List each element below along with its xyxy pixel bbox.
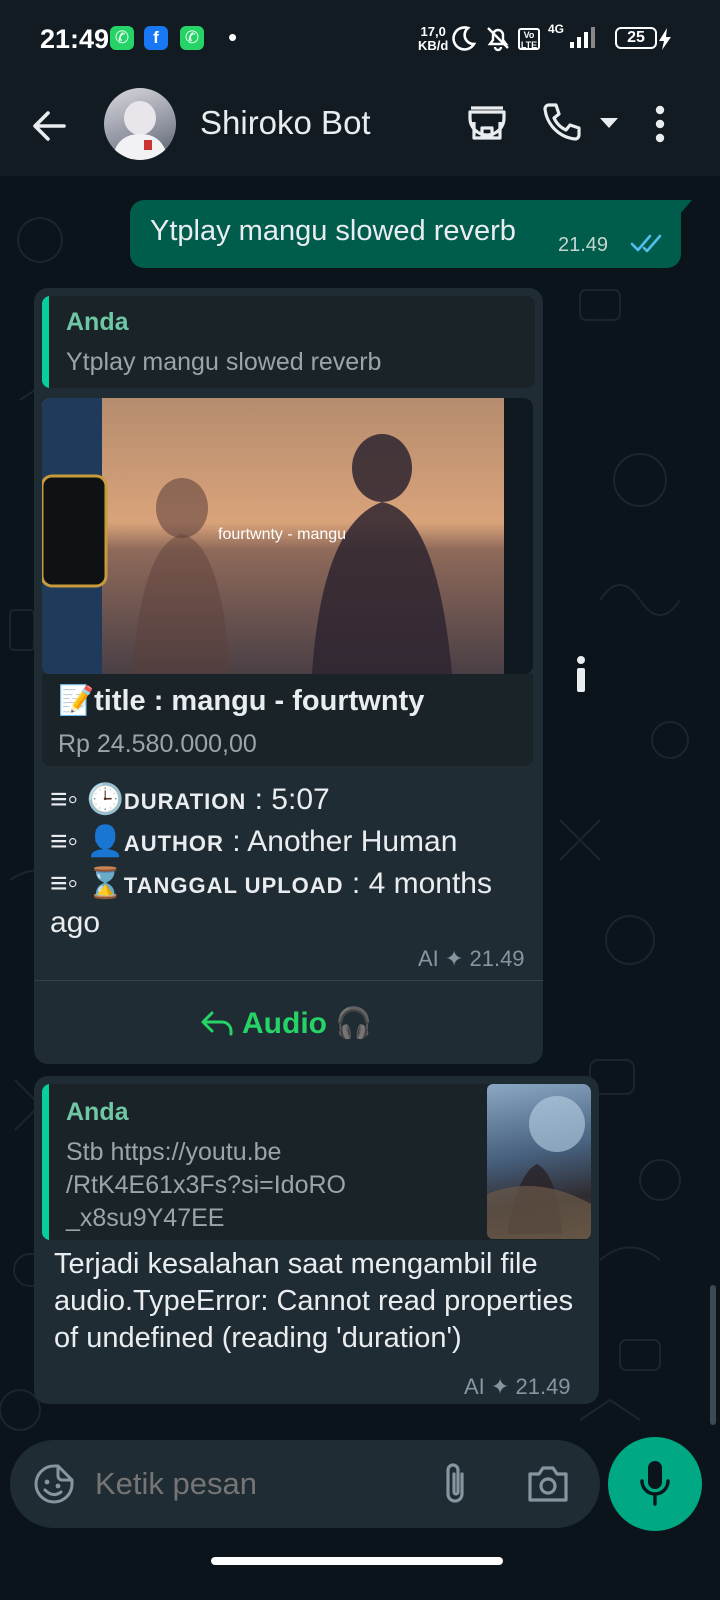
quote-url-line-2: /RtK4E61x3Fs?si=IdoRO: [66, 1171, 346, 1199]
quote-bar: [42, 296, 49, 388]
signal-icon: [570, 27, 595, 48]
line-value: : Another Human: [223, 825, 458, 858]
link-title: 📝title : mangu - fourtwnty: [58, 685, 425, 717]
quote-author: Anda: [66, 1098, 129, 1126]
moon-icon: [452, 26, 476, 51]
line-label: TANGGAL UPLOAD: [123, 873, 344, 898]
whatsapp-icon: ✆: [110, 26, 134, 50]
line-value: : 5:07: [246, 783, 330, 816]
scrollbar[interactable]: [710, 1285, 716, 1425]
message-input[interactable]: [95, 1466, 415, 1502]
line-label: AUTHOR: [123, 831, 224, 856]
button-divider: [34, 980, 543, 981]
line-prefix: ≡◦ 🕒: [50, 783, 124, 816]
quote-url-line-3: _x8su9Y47EE: [66, 1204, 225, 1232]
network-speed: 17,0 KB/d: [418, 25, 448, 53]
error-message-text: Terjadi kesalahan saat mengambil file au…: [54, 1248, 574, 1354]
audio-button-label: Audio 🎧: [242, 1007, 373, 1040]
gesture-nav-bar[interactable]: [211, 1557, 503, 1565]
upload-date-line: ≡◦ ⌛TANGGAL UPLOAD : 4 months: [50, 866, 492, 901]
chat-header: Shiroko Bot: [0, 80, 720, 176]
video-thumbnail[interactable]: fourtwnty - mangu: [42, 398, 533, 674]
message-time: 21.49: [469, 946, 525, 971]
audio-reply-button[interactable]: Audio 🎧: [200, 1006, 373, 1041]
message-meta: AI ✦ 21.49: [464, 1374, 571, 1400]
bubble-tail: [680, 200, 692, 214]
author-line: ≡◦ 👤AUTHOR : Another Human: [50, 824, 457, 859]
quote-author: Anda: [66, 308, 129, 336]
attach-icon[interactable]: [438, 1460, 472, 1508]
more-icon[interactable]: [652, 102, 668, 146]
outgoing-message[interactable]: Ytplay mangu slowed reverb 21.49: [130, 200, 681, 268]
store-icon[interactable]: [466, 102, 508, 144]
status-bar: 21:49 ✆ f ✆ • 17,0 KB/d Vo LTE 4G 25: [0, 0, 720, 80]
thumbnail-art: [487, 1096, 591, 1239]
video-overlay-text: fourtwnty - mangu: [218, 526, 347, 543]
ai-label: AI: [418, 946, 439, 971]
network-speed-unit: KB/d: [418, 38, 449, 53]
info-icon[interactable]: [568, 652, 594, 696]
incoming-message[interactable]: Anda Stb https://youtu.be /RtK4E61x3Fs?s…: [34, 1076, 599, 1404]
quoted-message[interactable]: Anda Ytplay mangu slowed reverb: [42, 296, 535, 388]
sparkle-icon: ✦: [490, 1374, 510, 1399]
sparkle-icon: ✦: [444, 946, 464, 971]
line-label: DURATION: [123, 789, 247, 814]
back-arrow-icon[interactable]: [28, 104, 72, 148]
facebook-icon: f: [144, 26, 168, 50]
sticker-icon[interactable]: [32, 1462, 76, 1506]
message-time: 21.49: [515, 1374, 571, 1399]
incoming-message[interactable]: Anda Ytplay mangu slowed reverb fourtwnt…: [34, 288, 543, 1064]
avatar-image: [112, 101, 168, 160]
battery-level: 25: [627, 29, 645, 46]
whatsapp-icon: ✆: [180, 26, 204, 50]
chat-title[interactable]: Shiroko Bot: [200, 104, 371, 142]
dropdown-icon[interactable]: [598, 116, 620, 130]
duration-line: ≡◦ 🕒DURATION : 5:07: [50, 782, 330, 817]
quote-url-line-1: Stb https://youtu.be: [66, 1138, 282, 1166]
message-composer[interactable]: [10, 1440, 600, 1528]
message-text: Ytplay mangu slowed reverb: [150, 215, 516, 247]
read-ticks-icon: [630, 234, 662, 253]
link-preview[interactable]: 📝title : mangu - fourtwnty Rp 24.580.000…: [42, 674, 533, 766]
notification-dot: •: [228, 22, 238, 52]
quote-text: Ytplay mangu slowed reverb: [66, 348, 382, 376]
upload-date-continuation: ago: [50, 906, 101, 939]
quoted-message[interactable]: Anda Stb https://youtu.be /RtK4E61x3Fs?s…: [42, 1084, 591, 1240]
reply-arrow-icon: [201, 1011, 233, 1036]
status-time: 21:49: [40, 24, 110, 54]
link-price: Rp 24.580.000,00: [58, 730, 257, 758]
quote-thumbnail: [487, 1084, 591, 1239]
line-prefix: ≡◦ ⌛: [50, 867, 124, 900]
bell-muted-icon: [487, 27, 509, 52]
volte-icon: Vo LTE: [518, 28, 540, 50]
battery-icon: 25: [615, 27, 657, 49]
charging-icon: [659, 28, 671, 50]
quote-bar: [42, 1084, 49, 1240]
camera-icon[interactable]: [526, 1462, 570, 1504]
network-speed-value: 17,0: [420, 24, 446, 39]
ai-label: AI: [464, 1374, 485, 1399]
voice-record-button[interactable]: [608, 1437, 702, 1531]
message-meta: AI ✦ 21.49: [418, 946, 525, 972]
line-prefix: ≡◦ 👤: [50, 825, 124, 858]
avatar[interactable]: [104, 88, 176, 160]
message-time: 21.49: [558, 234, 609, 256]
mic-icon: [640, 1461, 670, 1506]
phone-icon[interactable]: [540, 100, 584, 144]
line-value: : 4 months: [343, 867, 492, 900]
